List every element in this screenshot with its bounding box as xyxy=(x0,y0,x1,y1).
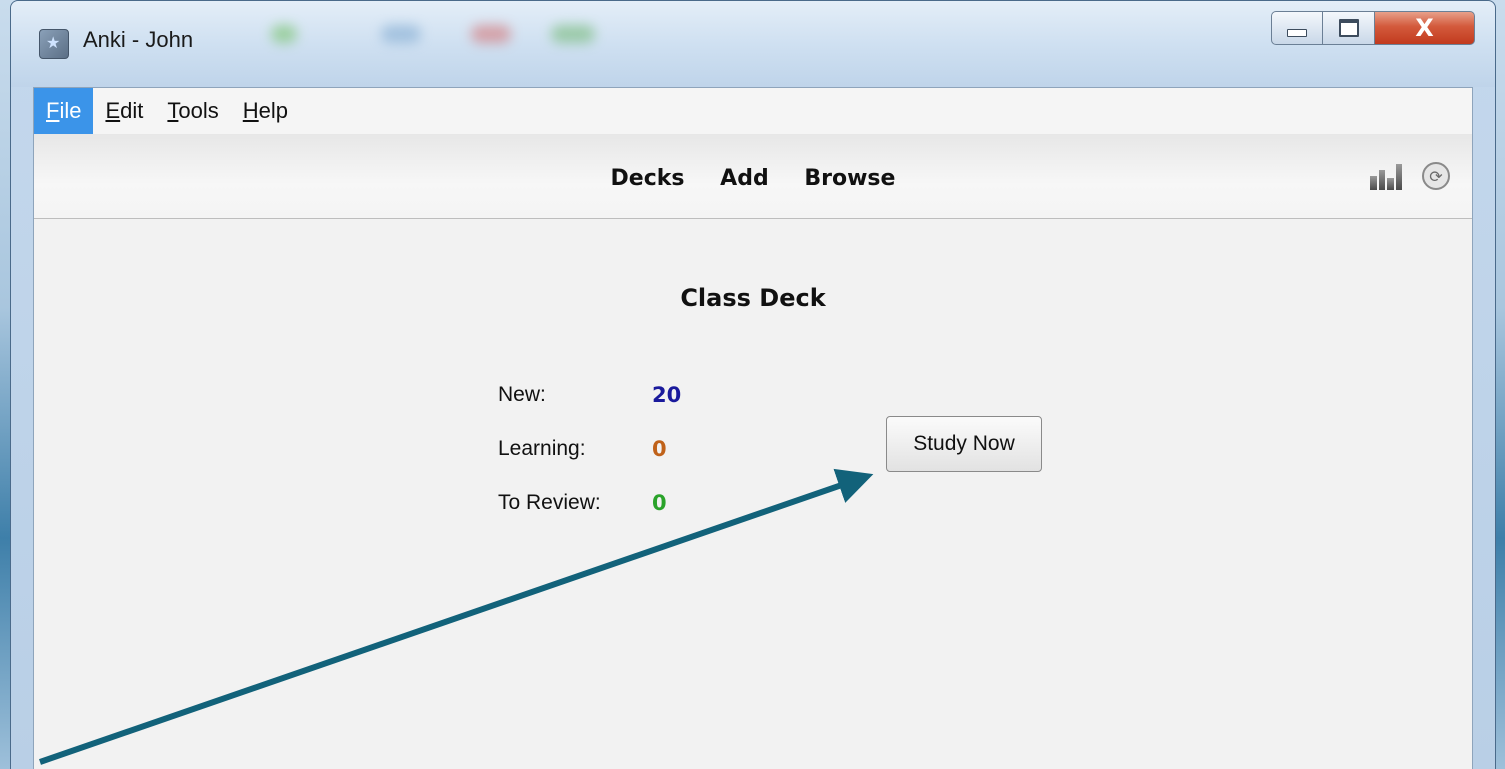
title-bar[interactable]: Anki - John X xyxy=(11,1,1495,87)
count-new-value: 20 xyxy=(652,383,682,407)
study-now-button[interactable]: Study Now xyxy=(886,416,1042,472)
maximize-icon xyxy=(1338,19,1359,37)
close-icon: X xyxy=(1415,14,1434,42)
menu-file[interactable]: File xyxy=(34,88,94,134)
anki-window: Anki - John X File Edit Tools Help Decks… xyxy=(10,0,1496,769)
stats-icon[interactable] xyxy=(1370,164,1402,190)
deck-counts: New: 20 Learning: 0 To Review: 0 xyxy=(498,378,681,540)
menu-bar: File Edit Tools Help xyxy=(34,88,1472,134)
deck-title: Class Deck xyxy=(680,284,826,312)
window-title: Anki - John xyxy=(83,27,194,52)
toolbar-browse-link[interactable]: Browse xyxy=(804,166,895,191)
anki-app-icon[interactable] xyxy=(39,29,69,59)
count-new-label: New: xyxy=(498,383,546,406)
minimize-icon xyxy=(1287,29,1307,37)
count-new: New: 20 xyxy=(498,378,681,432)
count-review-value: 0 xyxy=(652,491,667,515)
sync-icon[interactable]: ⟳ xyxy=(1422,162,1450,190)
close-button[interactable]: X xyxy=(1375,11,1475,45)
count-learning: Learning: 0 xyxy=(498,432,681,486)
menu-help[interactable]: Help xyxy=(231,88,300,134)
toolbar-add-link[interactable]: Add xyxy=(720,166,769,191)
count-review-label: To Review: xyxy=(498,491,601,514)
minimize-button[interactable] xyxy=(1271,11,1323,45)
toolbar: Decks Add Browse ⟳ xyxy=(34,134,1472,219)
menu-edit[interactable]: Edit xyxy=(93,88,155,134)
menu-tools[interactable]: Tools xyxy=(155,88,230,134)
toolbar-decks-link[interactable]: Decks xyxy=(611,166,685,191)
count-review: To Review: 0 xyxy=(498,486,681,540)
client-area: File Edit Tools Help Decks Add Browse ⟳ … xyxy=(33,87,1473,769)
maximize-button[interactable] xyxy=(1323,11,1375,45)
count-learning-label: Learning: xyxy=(498,437,586,460)
count-learning-value: 0 xyxy=(652,437,667,461)
